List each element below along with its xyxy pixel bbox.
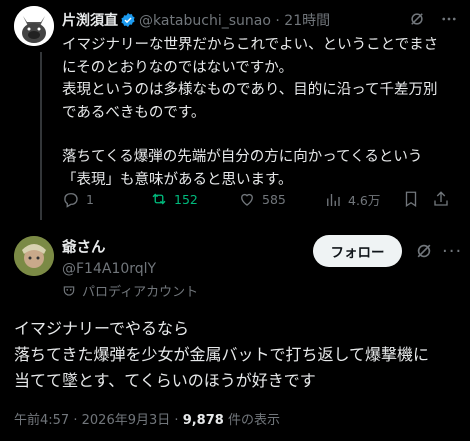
separator-dot: ·: [73, 413, 78, 428]
tweet2-text: イマジナリーでやるなら 落ちてきた爆弾を少女が金属バットで打ち返して爆撃機に 当…: [14, 316, 459, 394]
views-chart-icon: [327, 193, 340, 206]
tweet2-views-count: 9,878: [182, 413, 224, 428]
tweet2-line: 当てて墜とす、てくらいのほうが好きです: [14, 371, 316, 390]
more-options-button[interactable]: ···: [442, 241, 462, 262]
more-options-icon[interactable]: [440, 10, 458, 28]
tweet1-handle[interactable]: @katabuchi_sunao: [139, 13, 271, 29]
tweet2-line: 落ちてきた爆弾を少女が金属バットで打ち返して爆撃機に: [14, 345, 430, 364]
tweet1-header: 片渕須直 @katabuchi_sunao · 21時間: [62, 10, 458, 30]
mask-icon: [63, 285, 75, 296]
thread-connector-line: [40, 52, 42, 220]
reply-icon: [64, 193, 78, 208]
reply-count: 1: [86, 191, 94, 207]
share-icon: [434, 191, 448, 206]
tweet1-line: であるべきものです。: [62, 104, 206, 121]
parody-account-label: パロディアカウント: [62, 281, 198, 300]
verified-badge-icon: [120, 12, 136, 32]
retweet-button[interactable]: 152: [150, 190, 198, 208]
character-avatar-icon: [14, 236, 54, 276]
tweet2-time[interactable]: 午前4:57: [14, 413, 69, 428]
bulldog-avatar-icon: [14, 6, 54, 46]
tweet1-line: イマジナリーな世界だからこれでよい、ということでまさ: [62, 37, 439, 53]
tweet1-action-bar: 1 152 585 4.6万: [62, 190, 454, 212]
bookmark-icon: [405, 191, 417, 208]
tweet2-header: 爺さん @F14A10rqlY: [62, 236, 156, 277]
avatar-jiisan[interactable]: [14, 236, 54, 276]
tweet1-text: イマジナリーな世界だからこれでよい、ということでまさ にそのとおりなのではないで…: [62, 34, 454, 191]
parody-label-text: パロディアカウント: [82, 285, 199, 300]
share-button[interactable]: [432, 190, 450, 208]
tweet1-timestamp[interactable]: 21時間: [284, 13, 330, 29]
tweet1-line: 落ちてくる爆弾の先端が自分の方に向かってくるという: [62, 149, 423, 165]
grok-icon[interactable]: [414, 241, 434, 265]
tweet2-handle[interactable]: @F14A10rqlY: [62, 261, 156, 277]
tweet1-display-name[interactable]: 片渕須直: [62, 13, 118, 29]
avatar-katabuchi[interactable]: [14, 6, 54, 46]
retweet-count: 152: [174, 191, 198, 207]
tweet2-line: イマジナリーでやるなら: [14, 319, 190, 338]
views-count: 4.6万: [348, 193, 381, 208]
retweet-icon: [152, 193, 166, 205]
tweet2-display-name[interactable]: 爺さん: [62, 240, 106, 256]
tweet1-line: 表現というのは多様なものであり、目的に沿って千差万別: [62, 82, 438, 98]
grok-icon[interactable]: [408, 10, 426, 28]
follow-button[interactable]: フォロー: [313, 235, 402, 267]
tweet1-actions-menu: [408, 10, 458, 28]
bookmark-button[interactable]: [402, 190, 420, 208]
views-button[interactable]: 4.6万: [324, 190, 380, 209]
reply-button[interactable]: 1: [62, 190, 94, 208]
like-count: 585: [262, 191, 286, 207]
tweet1-line: にそのとおりなのではないですか。: [62, 59, 293, 76]
separator-dot: ·: [275, 13, 280, 29]
tweet2-meta: 午前4:57 · 2026年9月3日 · 9,878 件の表示: [14, 409, 280, 428]
tweet1-line: 「表現」も意味があると思います。: [62, 171, 293, 188]
like-button[interactable]: 585: [238, 190, 286, 208]
separator-dot: ·: [174, 413, 179, 428]
tweet2-date[interactable]: 2026年9月3日: [82, 413, 171, 428]
heart-icon: [241, 193, 253, 206]
tweet2-views-suffix: 件の表示: [227, 413, 280, 428]
